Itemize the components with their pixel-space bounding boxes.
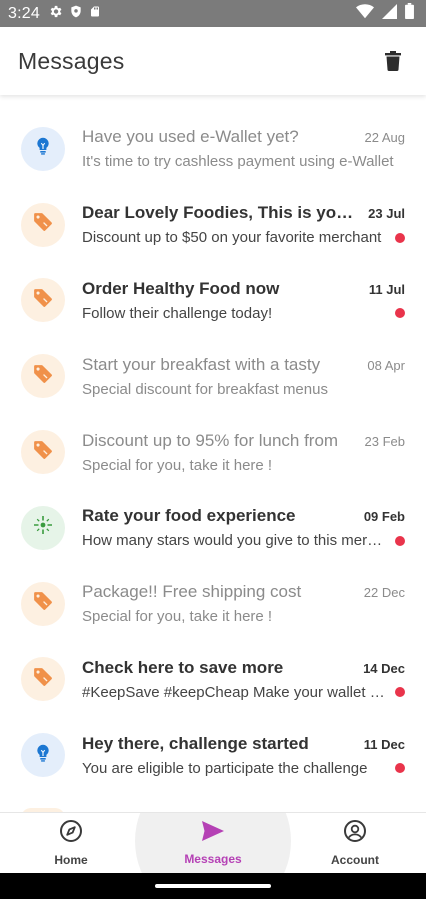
account-icon [343, 819, 367, 848]
message-preview: Special for you, take it here ! [82, 608, 273, 626]
message-date: 11 Jul [368, 281, 405, 297]
nav-account-label: Account [331, 853, 379, 867]
delete-trash-icon[interactable] [378, 46, 408, 76]
message-title: Dear Lovely Foodies, This is your chance [82, 203, 358, 223]
message-date: 22 Dec [363, 585, 405, 601]
message-date: 23 Feb [364, 433, 405, 449]
message-date: 23 Jul [368, 206, 405, 222]
tag-icon [32, 666, 54, 693]
battery-icon [405, 3, 414, 24]
lightbulb-icon [36, 137, 50, 160]
bottom-navigation: Home Messages Account [0, 812, 426, 873]
message-avatar [21, 505, 65, 550]
send-icon [201, 820, 225, 847]
home-gesture-handle[interactable] [155, 884, 271, 888]
cell-signal-icon [382, 3, 397, 24]
message-avatar [21, 581, 65, 626]
nav-home[interactable]: Home [0, 813, 142, 873]
message-date: 22 Aug [364, 130, 406, 146]
shield-icon [69, 4, 83, 24]
wifi-icon [356, 3, 374, 24]
tag-icon [32, 439, 54, 466]
message-preview: You are eligible to participate the chal… [82, 759, 368, 777]
message-item[interactable]: Check here to save more 14 Dec #KeepSave #… [0, 642, 426, 718]
message-title: Check here to save more [82, 657, 284, 677]
message-item[interactable]: Start your breakfast with a tasty 08 Apr S… [0, 338, 426, 414]
message-item[interactable]: Have you used e-Wallet yet? 22 Aug It's ti… [0, 111, 426, 187]
message-date: 14 Dec [363, 660, 405, 676]
nav-home-label: Home [54, 853, 88, 867]
tag-icon [32, 590, 54, 617]
message-avatar [21, 202, 65, 247]
message-item[interactable]: Hey there, challenge started 11 Dec You ar… [0, 717, 426, 793]
message-avatar [21, 430, 65, 475]
unread-dot [395, 232, 405, 243]
message-avatar [21, 657, 65, 702]
message-avatar [21, 354, 65, 399]
message-item[interactable]: Dear Lovely Foodies, This is your chance… [0, 187, 426, 263]
message-item[interactable]: Order Healthy Food now 11 Jul Follow their… [0, 263, 426, 339]
tag-icon [32, 363, 54, 390]
nav-messages[interactable]: Messages [135, 813, 291, 873]
compass-icon [59, 819, 83, 848]
nav-messages-label: Messages [184, 852, 242, 866]
status-time: 3:24 [8, 4, 40, 22]
message-title: Start your breakfast with a tasty [82, 354, 321, 374]
tag-icon [32, 211, 54, 238]
message-preview: Special for you, take it here ! [82, 456, 273, 474]
gesture-bar [0, 873, 426, 899]
sd-card-icon [89, 4, 101, 24]
unread-dot [395, 687, 405, 698]
message-preview: Special discount for breakfast menus [82, 380, 328, 398]
message-avatar [21, 126, 65, 171]
settings-gear-icon [48, 4, 63, 24]
message-item[interactable]: Rate your food experience 09 Feb How many … [0, 490, 426, 566]
message-preview: Discount up to $50 on your favorite merc… [82, 229, 382, 247]
message-title: Discount up to 95% for lunch from [82, 430, 339, 450]
message-list[interactable]: Have you used e-Wallet yet? 22 Aug It's ti… [0, 96, 426, 812]
message-title: Have you used e-Wallet yet? [82, 127, 299, 147]
message-item[interactable]: Discount up to 95% for lunch from 23 Feb S… [0, 414, 426, 490]
page-title: Messages [18, 47, 125, 74]
message-avatar [21, 733, 65, 778]
sparkle-icon [33, 515, 53, 540]
message-preview: Follow their challenge today! [82, 304, 273, 322]
unread-dot [395, 535, 405, 546]
message-title: Order Healthy Food now [82, 278, 280, 298]
nav-account[interactable]: Account [284, 813, 426, 873]
unread-dot [395, 763, 405, 774]
message-preview: How many stars would you give to this me… [82, 532, 389, 550]
message-preview: #KeepSave #keepCheap Make your wallet ha… [82, 683, 389, 701]
message-title: Package!! Free shipping cost [82, 582, 302, 602]
message-title: Hey there, challenge started [82, 733, 309, 753]
unread-dot [395, 308, 405, 319]
message-preview: It's time to try cashless payment using … [82, 153, 394, 171]
app-bar: Messages [0, 27, 426, 95]
message-item[interactable]: Package!! Free shipping cost 22 Dec Specia… [0, 566, 426, 642]
message-date: 09 Feb [363, 509, 405, 525]
message-avatar [21, 278, 65, 323]
message-date: 08 Apr [367, 357, 405, 373]
status-bar: 3:24 [0, 0, 426, 27]
message-date: 11 Dec [363, 736, 405, 752]
lightbulb-icon [36, 744, 50, 767]
message-title: Rate your food experience [82, 506, 296, 526]
tag-icon [32, 287, 54, 314]
